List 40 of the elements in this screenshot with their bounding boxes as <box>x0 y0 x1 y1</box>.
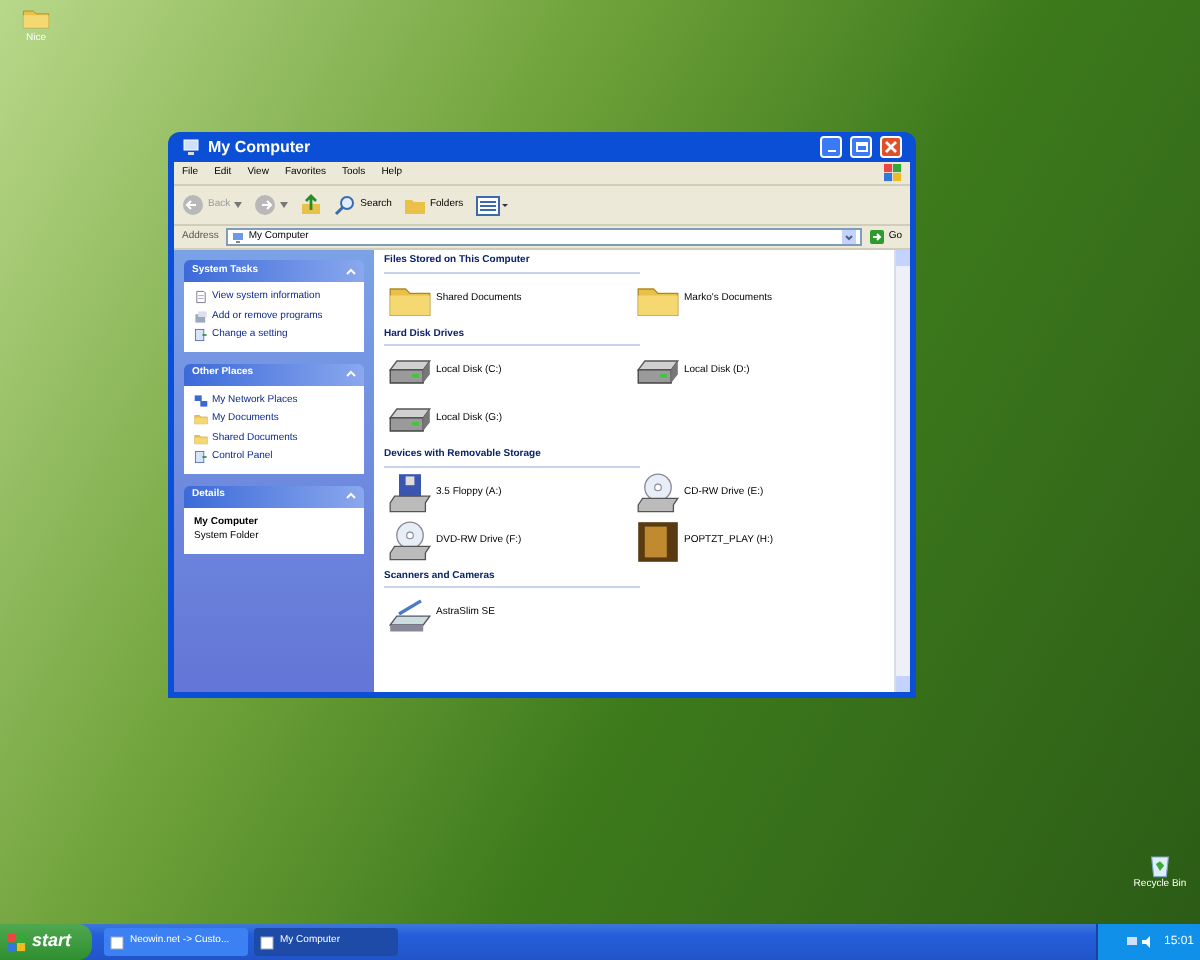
network-icon <box>1125 936 1138 948</box>
picture-icon <box>636 519 680 563</box>
collapse-chevron-icon[interactable] <box>346 370 356 378</box>
folder-icon <box>22 4 50 32</box>
minimize-button[interactable] <box>820 136 842 158</box>
caret-icon <box>234 202 243 208</box>
folder-icon <box>194 431 208 446</box>
folder-icon <box>403 194 426 216</box>
recycle-bin-icon <box>1146 850 1174 878</box>
maximize-button[interactable] <box>850 136 872 158</box>
folder-icon <box>194 412 208 427</box>
cd-drive-icon <box>388 519 432 563</box>
close-button[interactable] <box>880 136 902 158</box>
folder-up-arrow-icon <box>300 194 323 216</box>
speaker-icon <box>1141 936 1154 948</box>
cd-drive-icon <box>636 471 680 515</box>
window-icon <box>260 935 274 949</box>
toolbar-views-button[interactable] <box>475 195 508 215</box>
window-title: My Computer <box>208 135 313 159</box>
flag-logo-icon <box>8 933 26 951</box>
program-box-icon <box>194 309 208 324</box>
collapse-chevron-icon[interactable] <box>346 492 356 500</box>
control-panel-icon <box>194 328 208 343</box>
collapse-chevron-icon[interactable] <box>346 267 356 275</box>
floppy-drive-icon <box>388 471 432 515</box>
computer-icon <box>232 231 245 243</box>
dropdown-arrow-icon[interactable] <box>842 230 857 244</box>
document-icon <box>194 290 208 305</box>
go-arrow-icon <box>870 230 885 244</box>
views-grid-icon <box>475 195 508 215</box>
scrollbar[interactable] <box>894 250 910 692</box>
search-icon <box>334 194 357 216</box>
computer-icon <box>182 138 200 156</box>
close-icon <box>884 140 898 154</box>
window-icon <box>110 935 124 949</box>
network-computers-icon <box>194 393 208 408</box>
control-panel-icon <box>194 450 208 465</box>
caret-icon <box>280 202 289 208</box>
toolbar-up-button[interactable] <box>300 194 323 216</box>
flag-logo-icon <box>884 164 902 182</box>
